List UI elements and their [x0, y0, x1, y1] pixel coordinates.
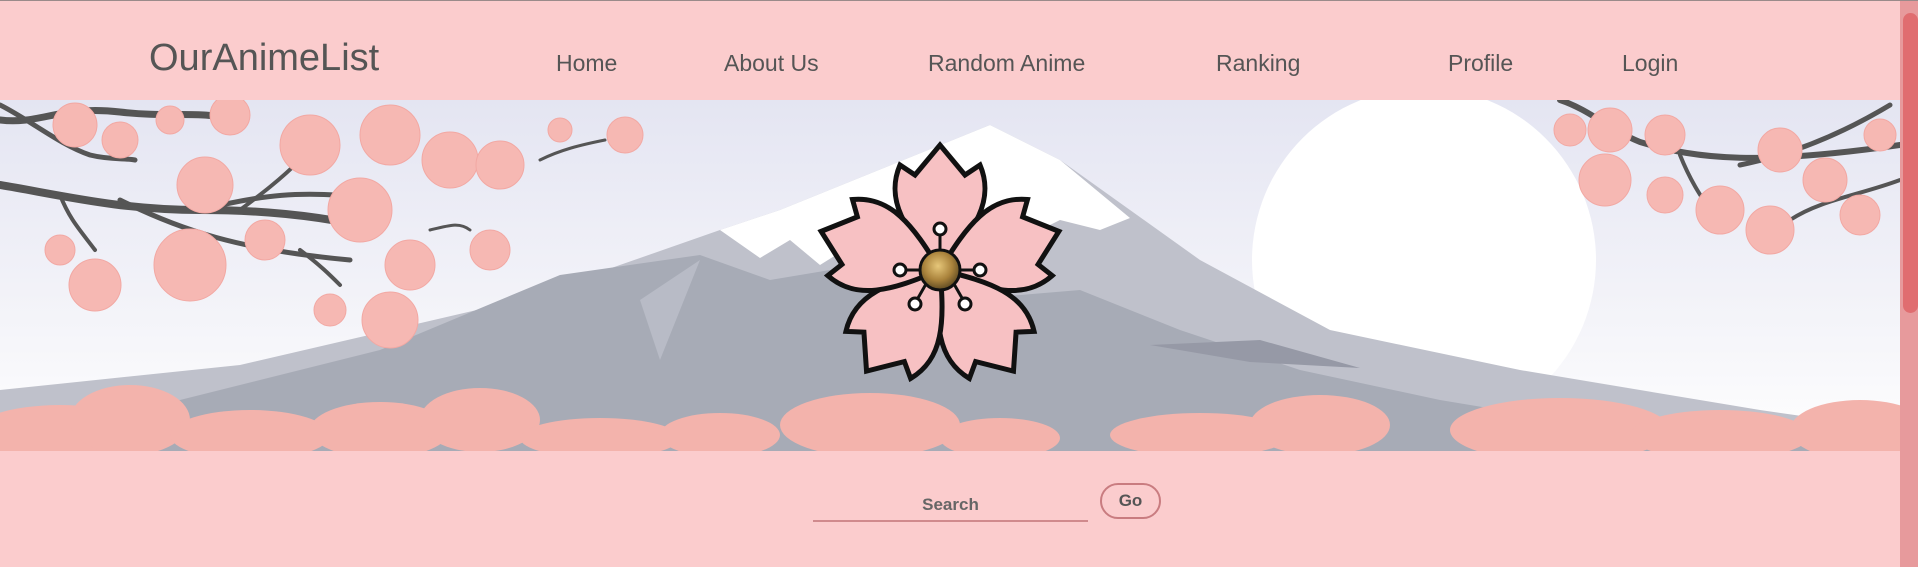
scrollbar-thumb[interactable]: [1903, 13, 1918, 313]
nav-ranking[interactable]: Ranking: [1216, 50, 1300, 77]
search-input[interactable]: [813, 490, 1088, 522]
mountain-scene-illustration: [0, 100, 1900, 451]
nav-random-anime[interactable]: Random Anime: [928, 50, 1085, 77]
nav-about-us[interactable]: About Us: [724, 50, 819, 77]
search-section: Go: [0, 451, 1900, 567]
hero-banner: [0, 100, 1900, 451]
go-button[interactable]: Go: [1100, 483, 1161, 519]
site-brand-link[interactable]: OurAnimeList: [149, 37, 379, 80]
nav-login[interactable]: Login: [1622, 50, 1678, 77]
site-header: OurAnimeList Home About Us Random Anime …: [0, 1, 1900, 100]
nav-home[interactable]: Home: [556, 50, 617, 77]
nav-profile[interactable]: Profile: [1448, 50, 1513, 77]
page-scrollbar[interactable]: [1900, 1, 1918, 567]
